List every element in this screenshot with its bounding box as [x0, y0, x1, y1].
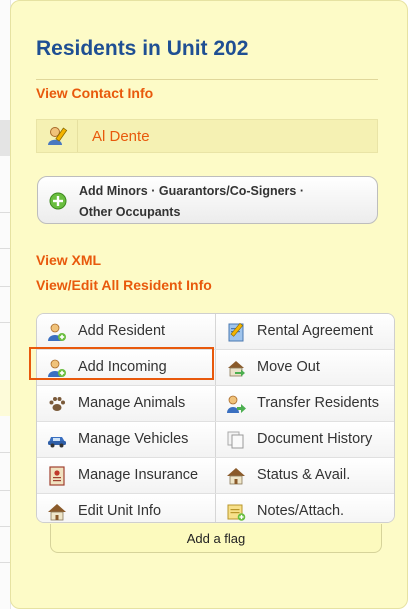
- document-history-label: Document History: [257, 431, 373, 447]
- add-minors-label-line1: Add Minors · Guarantors/Co-Signers ·: [79, 184, 305, 198]
- notes-attach-button[interactable]: Notes/Attach.: [216, 494, 394, 522]
- add-flag-label: Add a flag: [186, 531, 246, 546]
- insurance-icon: [49, 466, 65, 486]
- manage-vehicles-label: Manage Vehicles: [78, 431, 189, 447]
- status-avail-button[interactable]: Status & Avail.: [216, 458, 394, 493]
- rental-agreement-button[interactable]: Rental Agreement: [216, 314, 394, 349]
- resident-row: Al Dente: [36, 119, 378, 153]
- person-edit-icon: [48, 127, 68, 145]
- add-minors-text: Add Minors · Guarantors/Co-Signers · Oth…: [79, 181, 304, 223]
- move-out-label: Move Out: [257, 359, 320, 375]
- house-icon: [227, 468, 245, 485]
- view-xml-link[interactable]: View XML: [36, 252, 101, 268]
- manage-insurance-label: Manage Insurance: [78, 467, 199, 483]
- transfer-residents-button[interactable]: Transfer Residents: [216, 386, 394, 421]
- background-row: [0, 452, 10, 453]
- edit-house-icon: [48, 504, 66, 521]
- move-out-icon: [228, 361, 245, 377]
- resident-name-link[interactable]: Al Dente: [92, 128, 150, 145]
- plus-circle-icon: [49, 192, 67, 210]
- paw-icon: [49, 397, 65, 411]
- background-row: [0, 212, 10, 213]
- resident-cell-icon: [37, 120, 78, 152]
- add-minors-button[interactable]: Add Minors · Guarantors/Co-Signers · Oth…: [37, 176, 378, 224]
- background-row: [0, 120, 10, 156]
- transfer-residents-icon: [227, 395, 246, 413]
- document-history-icon: [227, 431, 244, 449]
- residents-panel: Residents in Unit 202 View Contact Info …: [10, 0, 408, 609]
- title-divider: [36, 79, 378, 80]
- notes-icon: [227, 504, 246, 521]
- manage-animals-button[interactable]: Manage Animals: [37, 386, 216, 421]
- view-edit-all-link[interactable]: View/Edit All Resident Info: [36, 277, 212, 293]
- move-out-button[interactable]: Move Out: [216, 350, 394, 385]
- panel-title: Residents in Unit 202: [36, 37, 249, 60]
- view-contact-info-link[interactable]: View Contact Info: [36, 85, 153, 101]
- background-row: [0, 286, 10, 287]
- add-resident-label: Add Resident: [78, 323, 166, 339]
- add-resident-icon: [48, 323, 66, 341]
- background-row: [0, 526, 10, 527]
- document-history-button[interactable]: Document History: [216, 422, 394, 457]
- notes-attach-label: Notes/Attach.: [257, 503, 345, 519]
- transfer-residents-label: Transfer Residents: [257, 395, 379, 411]
- selection-highlight: [29, 347, 214, 380]
- add-flag-button[interactable]: Add a flag: [50, 524, 382, 553]
- car-icon: [48, 437, 66, 448]
- edit-unit-info-button[interactable]: Edit Unit Info: [37, 494, 216, 522]
- background-row: [0, 380, 10, 416]
- add-resident-button[interactable]: Add Resident: [37, 314, 216, 349]
- add-minors-label-line2: Other Occupants: [79, 205, 181, 219]
- background-row: [0, 490, 10, 491]
- rental-agreement-label: Rental Agreement: [257, 323, 374, 339]
- edit-unit-info-label: Edit Unit Info: [78, 503, 162, 519]
- background-row: [0, 322, 10, 323]
- background-row: [0, 248, 10, 249]
- actions-grid: Add Resident Rental Agreement Add Incomi…: [36, 313, 395, 523]
- status-avail-label: Status & Avail.: [257, 467, 351, 483]
- manage-vehicles-button[interactable]: Manage Vehicles: [37, 422, 216, 457]
- manage-animals-label: Manage Animals: [78, 395, 186, 411]
- manage-insurance-button[interactable]: Manage Insurance: [37, 458, 216, 493]
- background-row: [0, 562, 10, 563]
- rental-agreement-icon: [228, 322, 244, 342]
